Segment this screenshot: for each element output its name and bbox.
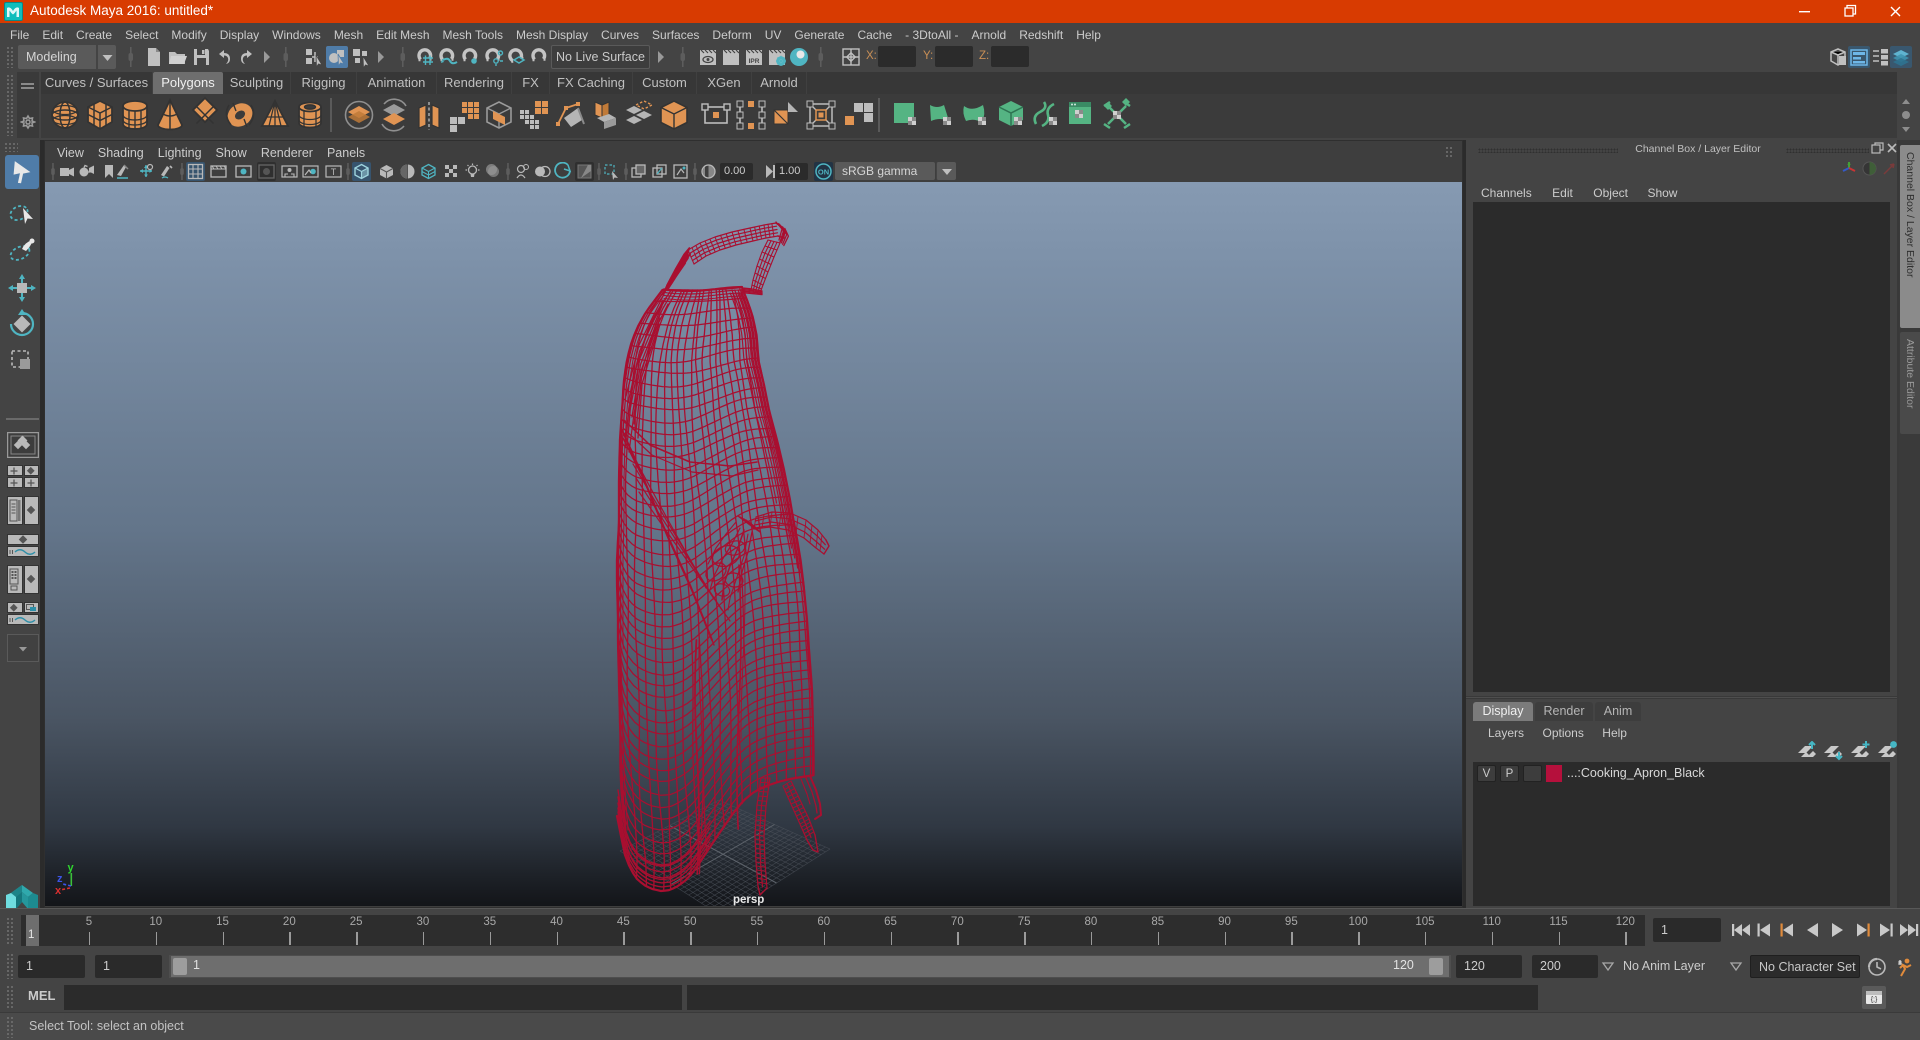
svg-text:z: z — [57, 873, 63, 885]
svg-text:{;}: {;} — [1871, 997, 1878, 1004]
svg-text:x: x — [55, 885, 62, 897]
svg-text:T: T — [331, 167, 337, 177]
svg-text:y: y — [68, 862, 75, 874]
svg-text:ON: ON — [818, 168, 829, 177]
svg-text:IPR: IPR — [749, 58, 760, 65]
